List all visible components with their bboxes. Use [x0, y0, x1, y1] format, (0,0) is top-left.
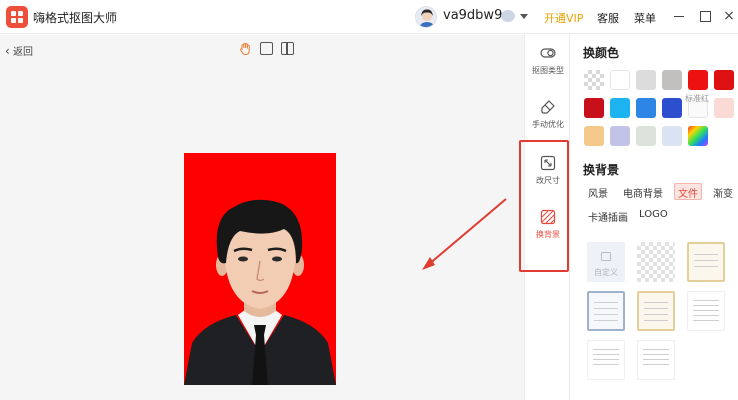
image-icon [601, 252, 611, 261]
eraser-icon [540, 99, 556, 115]
background-thumbnail[interactable] [637, 242, 675, 282]
toggle-icon [540, 45, 556, 61]
portrait-photo [184, 153, 336, 385]
bg-category-ecommerce[interactable]: 电商背景 [619, 183, 667, 200]
background-thumbnail[interactable] [687, 291, 725, 331]
color-swatch[interactable] [636, 70, 656, 90]
color-swatch[interactable] [636, 126, 656, 146]
fit-screen-icon[interactable] [260, 42, 273, 55]
color-swatch[interactable] [584, 70, 604, 90]
color-swatch[interactable] [662, 70, 682, 90]
color-section-title: 换颜色 [583, 46, 620, 60]
username[interactable]: va9dbw9 [443, 8, 502, 23]
custom-color-swatch[interactable] [688, 126, 708, 146]
avatar[interactable] [415, 6, 437, 28]
tool-label: 手动优化 [532, 120, 564, 129]
color-swatch[interactable] [714, 70, 734, 90]
hand-icon[interactable] [239, 42, 252, 56]
tool-cutout-type[interactable]: 抠图类型 [525, 45, 571, 76]
color-swatch[interactable] [688, 70, 708, 90]
color-swatch[interactable] [610, 98, 630, 118]
color-swatch[interactable] [636, 98, 656, 118]
background-thumbnail[interactable] [687, 242, 725, 282]
background-section-title: 换背景 [583, 163, 620, 177]
color-swatch[interactable] [610, 126, 630, 146]
color-swatch[interactable] [584, 98, 604, 118]
bg-category-gradient[interactable]: 渐变 [709, 183, 737, 200]
bg-category-document[interactable]: 文件 [674, 183, 702, 200]
bg-category-logo[interactable]: LOGO [635, 207, 672, 224]
back-button[interactable]: ‹ 返回 [5, 43, 33, 58]
bg-category-cartoon[interactable]: 卡通插画 [584, 207, 632, 224]
custom-background-button[interactable]: 自定义 [587, 242, 625, 282]
bg-category-scenery[interactable]: 风景 [584, 183, 612, 200]
background-thumbnail[interactable] [637, 291, 675, 331]
maximize-icon[interactable] [698, 9, 712, 23]
settings-panel: 换颜色 标准红 换背景 风景 电商背景 文件 渐变 卡通插画 LOGO 自定义 [571, 35, 738, 400]
app-title: 嗨格式抠图大师 [33, 11, 118, 25]
custom-background-label: 自定义 [594, 268, 618, 277]
menu-button[interactable]: 菜单 [634, 10, 656, 26]
chevron-left-icon: ‹ [5, 44, 10, 58]
customer-service-button[interactable]: 客服 [597, 10, 619, 26]
back-label: 返回 [13, 47, 33, 58]
color-swatch[interactable] [714, 98, 734, 118]
tool-manual-refine[interactable]: 手动优化 [525, 99, 571, 130]
compare-icon[interactable] [281, 42, 294, 55]
chevron-down-icon[interactable] [520, 14, 528, 19]
member-badge-icon [501, 10, 515, 22]
background-thumbnail[interactable] [637, 340, 675, 380]
title-bar: 嗨格式抠图大师 va9dbw9 开通VIP 客服 菜单 × [0, 0, 738, 34]
app-logo-icon [6, 6, 28, 28]
tool-label: 抠图类型 [532, 66, 564, 75]
open-vip-button[interactable]: 开通VIP [544, 10, 583, 26]
background-thumbnail[interactable] [587, 340, 625, 380]
color-swatch[interactable] [662, 126, 682, 146]
annotation-arrow-icon [422, 198, 507, 270]
color-swatch[interactable] [610, 70, 630, 90]
canvas-area: ‹ 返回 [0, 35, 524, 400]
annotation-highlight-box [519, 140, 569, 272]
standard-red-label: 标准红 [685, 94, 709, 103]
color-swatch[interactable] [584, 126, 604, 146]
minimize-icon[interactable] [672, 9, 686, 23]
close-icon[interactable]: × [722, 9, 736, 23]
color-swatch[interactable] [662, 98, 682, 118]
background-thumbnail[interactable] [587, 291, 625, 331]
